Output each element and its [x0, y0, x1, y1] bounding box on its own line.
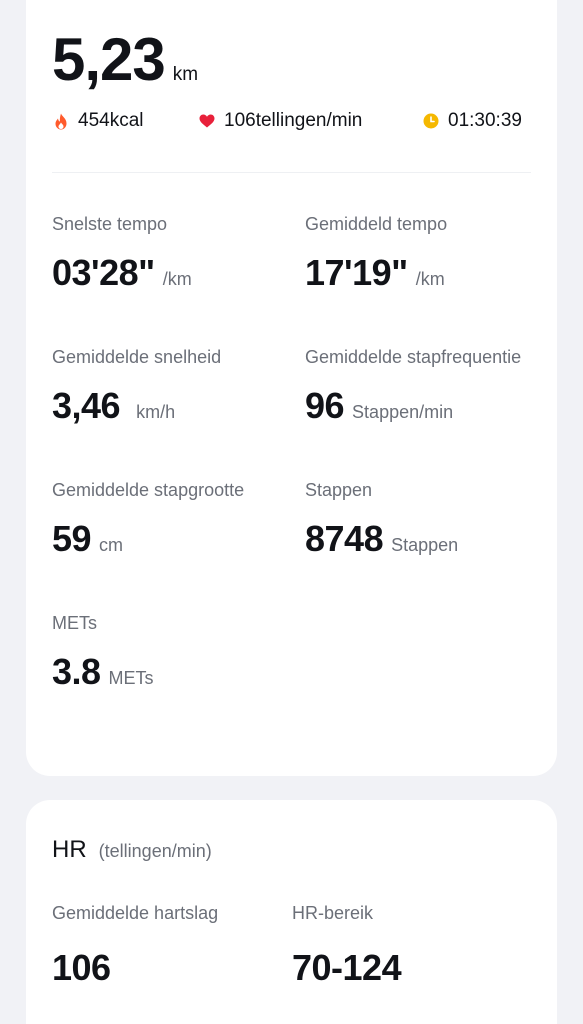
calories-metric: 454kcal: [52, 110, 144, 132]
calories-value: 454kcal: [78, 110, 144, 131]
stat-unit: cm: [99, 535, 124, 555]
heart-rate-metric: 106tellingen/min: [198, 110, 362, 132]
stat-value: 03'28": [52, 252, 155, 293]
stat-label: Gemiddelde snelheid: [52, 347, 222, 367]
stat-steps: Stappen 8748 Stappen: [305, 481, 458, 557]
stat-label: Snelste tempo: [52, 214, 168, 234]
hr-card-title: HR: [52, 836, 87, 863]
stat-label: Gemiddeld tempo: [305, 214, 448, 234]
stat-fastest-pace: Snelste tempo 03'28" /km: [52, 215, 192, 291]
stat-unit: METs: [108, 668, 154, 688]
stat-average-speed: Gemiddelde snelheid 3,46 km/h: [52, 348, 221, 424]
stat-mets: METs 3.8 METs: [52, 614, 154, 690]
stat-average-heart-rate: Gemiddelde hartslag 106: [52, 904, 218, 986]
stat-unit: /km: [162, 269, 192, 289]
clock-icon: [422, 112, 440, 130]
summary-metrics-row: 454kcal 106tellingen/min 01:30:39: [52, 110, 531, 136]
stat-unit: Stappen/min: [352, 402, 454, 422]
stat-value: 17'19": [305, 252, 408, 293]
stat-value: 3,46: [52, 385, 121, 426]
stat-value: 96: [305, 385, 345, 426]
stat-label: HR-bereik: [292, 903, 374, 923]
stat-average-pace: Gemiddeld tempo 17'19" /km: [305, 215, 447, 291]
heart-rate-card[interactable]: HR (tellingen/min) Gemiddelde hartslag 1…: [26, 800, 557, 1024]
stat-label: Gemiddelde stapfrequentie: [305, 347, 522, 367]
stat-value: 59: [52, 518, 92, 559]
stat-value: 106: [52, 947, 111, 988]
distance-display: 5,23 km: [52, 30, 198, 90]
duration-value: 01:30:39: [448, 110, 522, 131]
duration-metric: 01:30:39: [422, 110, 522, 132]
divider: [52, 172, 531, 173]
stat-unit: /km: [415, 269, 445, 289]
distance-unit: km: [172, 64, 199, 85]
stat-unit: Stappen: [391, 535, 459, 555]
heart-rate-value: 106tellingen/min: [224, 110, 363, 131]
stat-heart-rate-range: HR-bereik 70-124: [292, 903, 402, 988]
stat-value: 70-124: [292, 947, 402, 988]
stat-value: 8748: [305, 518, 384, 559]
flame-icon: [52, 112, 70, 130]
stat-label: METs: [52, 613, 97, 633]
stat-label: Stappen: [305, 480, 373, 500]
workout-detail-page: 5,23 km 454kcal 106tellingen/min 01:30:3…: [0, 0, 583, 1024]
stat-label: Gemiddelde stapgrootte: [52, 480, 245, 500]
hr-card-header: HR (tellingen/min): [52, 836, 212, 864]
stat-average-stride: Gemiddelde stapgrootte 59 cm: [52, 481, 244, 557]
stat-average-cadence: Gemiddelde stapfrequentie 96 Stappen/min: [305, 348, 521, 424]
distance-value: 5,23: [52, 26, 166, 93]
stat-label: Gemiddelde hartslag: [52, 903, 219, 923]
workout-summary-card: 5,23 km 454kcal 106tellingen/min 01:30:3…: [26, 0, 557, 776]
stat-unit: km/h: [136, 402, 176, 422]
heart-icon: [198, 112, 216, 130]
hr-card-unit: (tellingen/min): [98, 841, 212, 861]
stat-value: 3.8: [52, 651, 101, 692]
